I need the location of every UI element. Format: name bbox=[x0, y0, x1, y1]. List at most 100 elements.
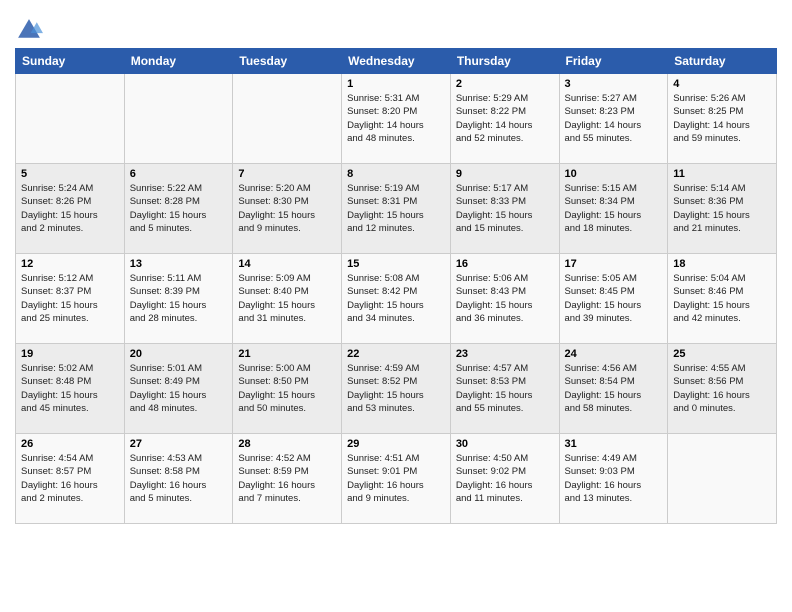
day-info: Sunrise: 5:17 AM Sunset: 8:33 PM Dayligh… bbox=[456, 182, 554, 235]
day-number: 7 bbox=[238, 168, 336, 180]
day-info: Sunrise: 5:04 AM Sunset: 8:46 PM Dayligh… bbox=[673, 272, 771, 325]
day-number: 6 bbox=[130, 168, 228, 180]
calendar-cell: 16 Sunrise: 5:06 AM Sunset: 8:43 PM Dayli… bbox=[450, 254, 559, 344]
calendar-cell: 1 Sunrise: 5:31 AM Sunset: 8:20 PM Daylig… bbox=[342, 74, 451, 164]
day-info: Sunrise: 4:54 AM Sunset: 8:57 PM Dayligh… bbox=[21, 452, 119, 505]
day-info: Sunrise: 5:11 AM Sunset: 8:39 PM Dayligh… bbox=[130, 272, 228, 325]
calendar-week-row: 26 Sunrise: 4:54 AM Sunset: 8:57 PM Dayli… bbox=[16, 434, 777, 524]
day-number: 19 bbox=[21, 348, 119, 360]
calendar-cell: 8 Sunrise: 5:19 AM Sunset: 8:31 PM Daylig… bbox=[342, 164, 451, 254]
calendar-cell: 30 Sunrise: 4:50 AM Sunset: 9:02 PM Dayli… bbox=[450, 434, 559, 524]
day-number: 26 bbox=[21, 438, 119, 450]
calendar-cell: 15 Sunrise: 5:08 AM Sunset: 8:42 PM Dayli… bbox=[342, 254, 451, 344]
calendar-cell bbox=[233, 74, 342, 164]
weekday-header: Saturday bbox=[668, 49, 777, 74]
calendar-cell: 24 Sunrise: 4:56 AM Sunset: 8:54 PM Dayli… bbox=[559, 344, 668, 434]
weekday-header-row: SundayMondayTuesdayWednesdayThursdayFrid… bbox=[16, 49, 777, 74]
weekday-header: Tuesday bbox=[233, 49, 342, 74]
day-info: Sunrise: 5:27 AM Sunset: 8:23 PM Dayligh… bbox=[565, 92, 663, 145]
day-info: Sunrise: 5:24 AM Sunset: 8:26 PM Dayligh… bbox=[21, 182, 119, 235]
calendar-cell: 17 Sunrise: 5:05 AM Sunset: 8:45 PM Dayli… bbox=[559, 254, 668, 344]
header bbox=[15, 10, 777, 44]
calendar-cell: 22 Sunrise: 4:59 AM Sunset: 8:52 PM Dayli… bbox=[342, 344, 451, 434]
weekday-header: Sunday bbox=[16, 49, 125, 74]
day-number: 29 bbox=[347, 438, 445, 450]
day-info: Sunrise: 4:59 AM Sunset: 8:52 PM Dayligh… bbox=[347, 362, 445, 415]
calendar-cell: 23 Sunrise: 4:57 AM Sunset: 8:53 PM Dayli… bbox=[450, 344, 559, 434]
day-number: 16 bbox=[456, 258, 554, 270]
calendar-cell: 27Sunrise: 4:53 AM Sunset: 8:58 PM Dayli… bbox=[124, 434, 233, 524]
day-number: 3 bbox=[565, 78, 663, 90]
logo bbox=[15, 16, 45, 44]
day-number: 9 bbox=[456, 168, 554, 180]
calendar-cell: 21 Sunrise: 5:00 AM Sunset: 8:50 PM Dayli… bbox=[233, 344, 342, 434]
day-info: Sunrise: 5:05 AM Sunset: 8:45 PM Dayligh… bbox=[565, 272, 663, 325]
day-number: 22 bbox=[347, 348, 445, 360]
calendar-cell bbox=[124, 74, 233, 164]
calendar-cell: 25 Sunrise: 4:55 AM Sunset: 8:56 PM Dayli… bbox=[668, 344, 777, 434]
weekday-header: Thursday bbox=[450, 49, 559, 74]
day-number: 25 bbox=[673, 348, 771, 360]
day-number: 31 bbox=[565, 438, 663, 450]
day-number: 1 bbox=[347, 78, 445, 90]
calendar-cell: 11 Sunrise: 5:14 AM Sunset: 8:36 PM Dayli… bbox=[668, 164, 777, 254]
day-number: 24 bbox=[565, 348, 663, 360]
day-number: 17 bbox=[565, 258, 663, 270]
day-number: 4 bbox=[673, 78, 771, 90]
day-number: 8 bbox=[347, 168, 445, 180]
calendar-cell: 13 Sunrise: 5:11 AM Sunset: 8:39 PM Dayli… bbox=[124, 254, 233, 344]
day-info: Sunrise: 5:09 AM Sunset: 8:40 PM Dayligh… bbox=[238, 272, 336, 325]
day-number: 20 bbox=[130, 348, 228, 360]
day-info: Sunrise: 5:00 AM Sunset: 8:50 PM Dayligh… bbox=[238, 362, 336, 415]
day-number: 11 bbox=[673, 168, 771, 180]
day-number: 18 bbox=[673, 258, 771, 270]
day-info: Sunrise: 4:55 AM Sunset: 8:56 PM Dayligh… bbox=[673, 362, 771, 415]
calendar-cell: 26 Sunrise: 4:54 AM Sunset: 8:57 PM Dayli… bbox=[16, 434, 125, 524]
day-info: Sunrise: 4:50 AM Sunset: 9:02 PM Dayligh… bbox=[456, 452, 554, 505]
day-info: Sunrise: 5:22 AM Sunset: 8:28 PM Dayligh… bbox=[130, 182, 228, 235]
day-info: Sunrise: 5:26 AM Sunset: 8:25 PM Dayligh… bbox=[673, 92, 771, 145]
calendar-cell: 29 Sunrise: 4:51 AM Sunset: 9:01 PM Dayli… bbox=[342, 434, 451, 524]
day-info: Sunrise: 5:31 AM Sunset: 8:20 PM Dayligh… bbox=[347, 92, 445, 145]
calendar-cell: 5 Sunrise: 5:24 AM Sunset: 8:26 PM Daylig… bbox=[16, 164, 125, 254]
day-info: Sunrise: 4:56 AM Sunset: 8:54 PM Dayligh… bbox=[565, 362, 663, 415]
day-info: Sunrise: 5:19 AM Sunset: 8:31 PM Dayligh… bbox=[347, 182, 445, 235]
calendar-cell: 20Sunrise: 5:01 AM Sunset: 8:49 PM Dayli… bbox=[124, 344, 233, 434]
weekday-header: Friday bbox=[559, 49, 668, 74]
calendar-cell: 10Sunrise: 5:15 AM Sunset: 8:34 PM Dayli… bbox=[559, 164, 668, 254]
day-info: Sunrise: 4:57 AM Sunset: 8:53 PM Dayligh… bbox=[456, 362, 554, 415]
day-info: Sunrise: 5:06 AM Sunset: 8:43 PM Dayligh… bbox=[456, 272, 554, 325]
calendar-week-row: 1 Sunrise: 5:31 AM Sunset: 8:20 PM Daylig… bbox=[16, 74, 777, 164]
day-number: 13 bbox=[130, 258, 228, 270]
day-number: 23 bbox=[456, 348, 554, 360]
weekday-header: Wednesday bbox=[342, 49, 451, 74]
calendar-week-row: 19Sunrise: 5:02 AM Sunset: 8:48 PM Dayli… bbox=[16, 344, 777, 434]
day-info: Sunrise: 5:12 AM Sunset: 8:37 PM Dayligh… bbox=[21, 272, 119, 325]
day-number: 15 bbox=[347, 258, 445, 270]
day-info: Sunrise: 5:14 AM Sunset: 8:36 PM Dayligh… bbox=[673, 182, 771, 235]
day-number: 30 bbox=[456, 438, 554, 450]
calendar-cell: 3 Sunrise: 5:27 AM Sunset: 8:23 PM Daylig… bbox=[559, 74, 668, 164]
day-number: 21 bbox=[238, 348, 336, 360]
day-number: 14 bbox=[238, 258, 336, 270]
day-number: 10 bbox=[565, 168, 663, 180]
day-info: Sunrise: 4:51 AM Sunset: 9:01 PM Dayligh… bbox=[347, 452, 445, 505]
day-number: 28 bbox=[238, 438, 336, 450]
calendar-cell bbox=[16, 74, 125, 164]
weekday-header: Monday bbox=[124, 49, 233, 74]
day-info: Sunrise: 4:49 AM Sunset: 9:03 PM Dayligh… bbox=[565, 452, 663, 505]
calendar-cell: 18 Sunrise: 5:04 AM Sunset: 8:46 PM Dayli… bbox=[668, 254, 777, 344]
day-number: 12 bbox=[21, 258, 119, 270]
calendar-week-row: 12 Sunrise: 5:12 AM Sunset: 8:37 PM Dayli… bbox=[16, 254, 777, 344]
calendar-week-row: 5 Sunrise: 5:24 AM Sunset: 8:26 PM Daylig… bbox=[16, 164, 777, 254]
calendar-cell: 12 Sunrise: 5:12 AM Sunset: 8:37 PM Dayli… bbox=[16, 254, 125, 344]
day-number: 5 bbox=[21, 168, 119, 180]
calendar-cell: 2Sunrise: 5:29 AM Sunset: 8:22 PM Daylig… bbox=[450, 74, 559, 164]
day-info: Sunrise: 5:08 AM Sunset: 8:42 PM Dayligh… bbox=[347, 272, 445, 325]
calendar-cell: 31 Sunrise: 4:49 AM Sunset: 9:03 PM Dayli… bbox=[559, 434, 668, 524]
calendar-cell: 6 Sunrise: 5:22 AM Sunset: 8:28 PM Daylig… bbox=[124, 164, 233, 254]
logo-icon bbox=[15, 16, 43, 44]
day-info: Sunrise: 5:20 AM Sunset: 8:30 PM Dayligh… bbox=[238, 182, 336, 235]
calendar-cell: 9 Sunrise: 5:17 AM Sunset: 8:33 PM Daylig… bbox=[450, 164, 559, 254]
day-info: Sunrise: 5:29 AM Sunset: 8:22 PM Dayligh… bbox=[456, 92, 554, 145]
